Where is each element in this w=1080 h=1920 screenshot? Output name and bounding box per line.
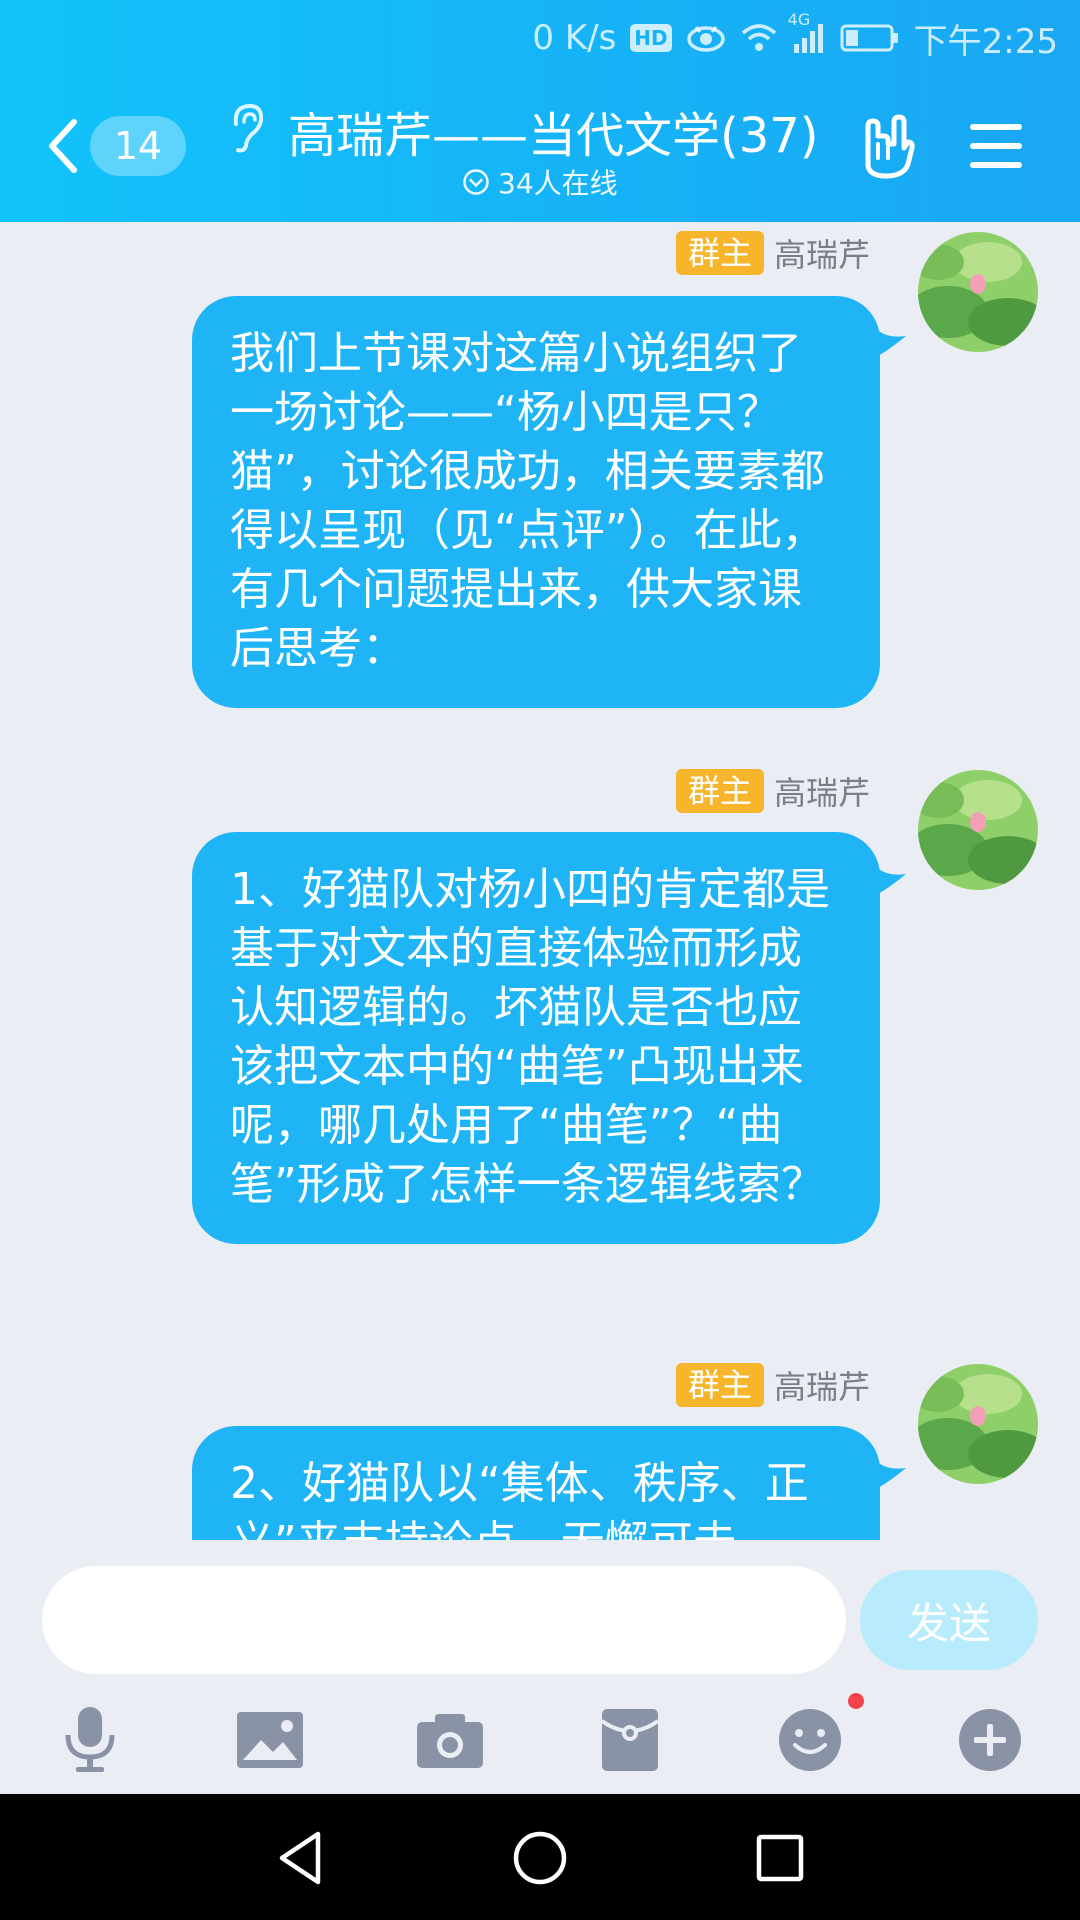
back-button[interactable] <box>44 116 84 176</box>
lotus-avatar-image <box>918 232 1038 352</box>
message-bubble[interactable]: 我们上节课对这篇小说组织了一场讨论——“杨小四是只？猫”，讨论很成功，相关要素都… <box>192 296 880 708</box>
square-recents-icon <box>756 1834 804 1882</box>
bubble-tail <box>870 1452 906 1492</box>
more-button[interactable] <box>950 1700 1030 1780</box>
wifi-icon <box>740 23 778 53</box>
chat-header: 0 K/s HD 4G 下午2:25 14 高瑞芹——当代文学(37) 34人在… <box>0 0 1080 222</box>
image-icon <box>237 1712 303 1768</box>
emoji-icon <box>779 1709 841 1771</box>
bubble-tail <box>870 320 906 360</box>
avatar[interactable] <box>918 770 1038 890</box>
group-title[interactable]: 高瑞芹——当代文学(37) <box>288 96 819 166</box>
lotus-avatar-image <box>918 770 1038 890</box>
sender-row: 群主 高瑞芹 <box>675 230 870 276</box>
owner-badge: 群主 <box>675 769 764 813</box>
avatar[interactable] <box>918 232 1038 352</box>
online-count-label: 34人在线 <box>498 167 618 200</box>
input-toolbar <box>0 1700 1080 1790</box>
microphone-button[interactable] <box>50 1700 130 1780</box>
owner-badge: 群主 <box>675 1363 764 1407</box>
hd-icon: HD <box>630 24 672 52</box>
network-speed: 0 K/s <box>532 18 617 58</box>
send-button[interactable]: 发送 <box>860 1570 1038 1670</box>
unread-count-badge[interactable]: 14 <box>90 116 186 176</box>
plus-icon <box>959 1709 1021 1771</box>
camera-icon <box>417 1714 483 1768</box>
avatar[interactable] <box>918 1364 1038 1484</box>
eye-icon <box>686 23 726 53</box>
chevron-left-icon <box>49 119 77 173</box>
sender-name: 高瑞芹 <box>773 1368 870 1406</box>
message-list[interactable]: 群主 高瑞芹 我们上节课对这篇小说组织了一场讨论——“杨小四是只？猫”，讨论很成… <box>0 222 1080 1540</box>
nav-recents-button[interactable] <box>748 1826 812 1890</box>
triangle-back-icon <box>279 1831 321 1885</box>
battery-icon <box>840 23 900 53</box>
camera-button[interactable] <box>410 1700 490 1780</box>
ear-icon[interactable] <box>228 102 266 154</box>
cellular-signal-icon: 4G <box>788 10 826 54</box>
sender-row: 群主 高瑞芹 <box>675 768 870 814</box>
chevron-down-circle-icon <box>463 169 489 195</box>
hand-gesture-icon[interactable] <box>858 114 920 180</box>
message-bubble[interactable]: 2、好猫队以“集体、秩序、正义”来支持论点，无懈可击 <box>192 1426 880 1540</box>
menu-icon[interactable] <box>968 120 1024 172</box>
system-nav-bar <box>0 1794 1080 1920</box>
nav-back-button[interactable] <box>270 1826 334 1890</box>
input-area: 发送 <box>0 1540 1080 1794</box>
emoji-button[interactable] <box>770 1700 850 1780</box>
message-input[interactable] <box>42 1566 846 1674</box>
nav-home-button[interactable] <box>508 1826 572 1890</box>
status-bar: 0 K/s HD 4G 下午2:25 <box>532 10 1058 62</box>
notification-dot <box>848 1693 864 1709</box>
clock: 下午2:25 <box>913 21 1058 62</box>
red-packet-icon <box>600 1709 660 1771</box>
sender-row: 群主 高瑞芹 <box>675 1362 870 1408</box>
online-count[interactable]: 34人在线 <box>462 162 618 202</box>
image-button[interactable] <box>230 1700 310 1780</box>
circle-home-icon <box>513 1831 567 1885</box>
sender-name: 高瑞芹 <box>773 774 870 812</box>
sender-name: 高瑞芹 <box>773 236 870 274</box>
owner-badge: 群主 <box>675 231 764 275</box>
lotus-avatar-image <box>918 1364 1038 1484</box>
message-bubble[interactable]: 1、好猫队对杨小四的肯定都是基于对文本的直接体验而形成认知逻辑的。坏猫队是否也应… <box>192 832 880 1244</box>
bubble-tail <box>870 858 906 898</box>
red-packet-button[interactable] <box>590 1700 670 1780</box>
microphone-icon <box>65 1707 115 1772</box>
